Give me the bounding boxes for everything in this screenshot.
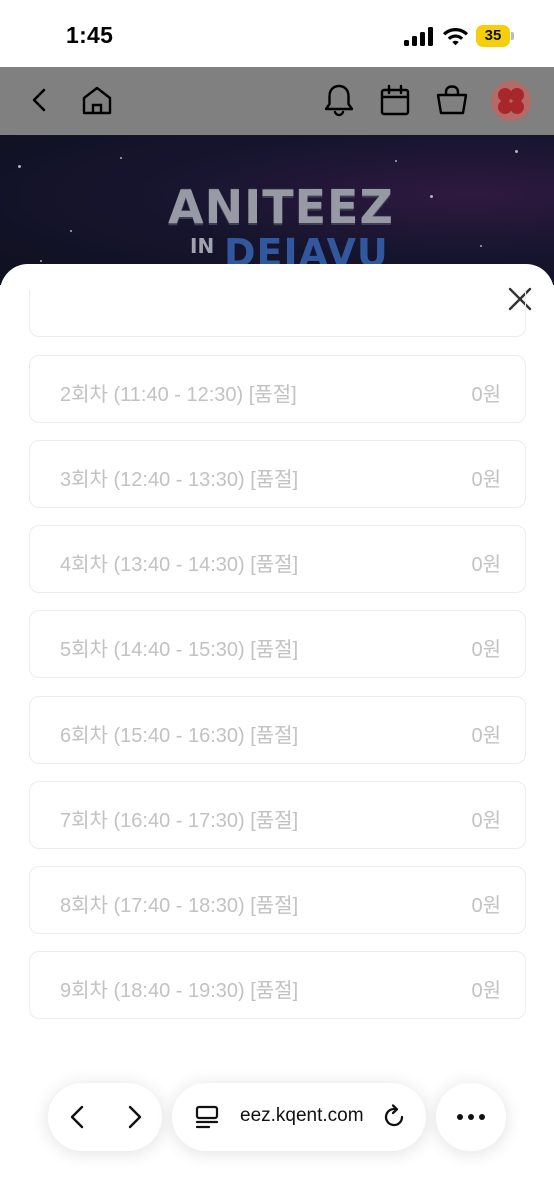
bell-icon[interactable] [321, 82, 357, 118]
back-arrow-icon[interactable] [22, 82, 58, 118]
option-label: 2회차 (11:40 - 12:30) [품절] [60, 384, 297, 406]
status-time: 1:45 [66, 22, 114, 48]
option-item: 7회차 (16:40 - 17:30) [품절] 0원 [29, 781, 526, 849]
status-bar: 1:45 35 [0, 0, 554, 67]
option-item: 6회차 (15:40 - 16:30) [품절] 0원 [29, 696, 526, 764]
home-icon[interactable] [79, 82, 115, 118]
option-item: 4회차 (13:40 - 14:30) [품절] 0원 [29, 525, 526, 593]
more-button[interactable] [436, 1083, 506, 1151]
wifi-icon [442, 25, 469, 46]
option-label: 8회차 (17:40 - 18:30) [품절] [60, 895, 299, 917]
option-label: 7회차 (16:40 - 17:30) [품절] [60, 810, 299, 832]
option-price: 0원 [471, 810, 501, 832]
option-price: 0원 [471, 725, 501, 747]
battery-level: 35 [476, 25, 510, 47]
calendar-icon[interactable] [377, 82, 413, 118]
option-item: 5회차 (14:40 - 15:30) [품절] 0원 [29, 610, 526, 678]
option-item-partial [29, 290, 526, 337]
option-item: 9회차 (18:40 - 19:30) [품절] 0원 [29, 951, 526, 1019]
option-price: 0원 [471, 639, 501, 661]
option-item: 8회차 (17:40 - 18:30) [품절] 0원 [29, 866, 526, 934]
signal-icon [404, 27, 434, 46]
tabs-icon[interactable] [194, 1104, 220, 1130]
event-banner: ANITEEZ IN DEJAVU [0, 135, 554, 285]
address-bar[interactable]: eez.kqent.com [172, 1083, 426, 1151]
option-price: 0원 [471, 469, 501, 491]
browser-back-icon[interactable] [64, 1103, 92, 1131]
reload-icon[interactable] [380, 1103, 408, 1131]
option-price: 0원 [471, 554, 501, 576]
browser-nav-group [48, 1083, 162, 1151]
option-label: 5회차 (14:40 - 15:30) [품절] [60, 639, 299, 661]
more-icon[interactable] [455, 1109, 487, 1125]
option-item: 2회차 (11:40 - 12:30) [품절] 0원 [29, 355, 526, 423]
option-price: 0원 [471, 980, 501, 1002]
option-label: 6회차 (15:40 - 16:30) [품절] [60, 725, 299, 747]
option-label: 9회차 (18:40 - 19:30) [품절] [60, 980, 299, 1002]
battery-icon: 35 [476, 25, 514, 47]
option-price: 0원 [471, 384, 501, 406]
option-price: 0원 [471, 895, 501, 917]
avatar[interactable] [491, 81, 531, 121]
browser-forward-icon[interactable] [120, 1103, 148, 1131]
banner-overlay [0, 135, 554, 285]
option-label: 4회차 (13:40 - 14:30) [품절] [60, 554, 299, 576]
shopping-bag-icon[interactable] [434, 82, 470, 118]
option-label: 3회차 (12:40 - 13:30) [품절] [60, 469, 299, 491]
url-text[interactable]: eez.kqent.com [240, 1105, 380, 1127]
option-item: 3회차 (12:40 - 13:30) [품절] 0원 [29, 440, 526, 508]
battery-cap [511, 32, 514, 40]
